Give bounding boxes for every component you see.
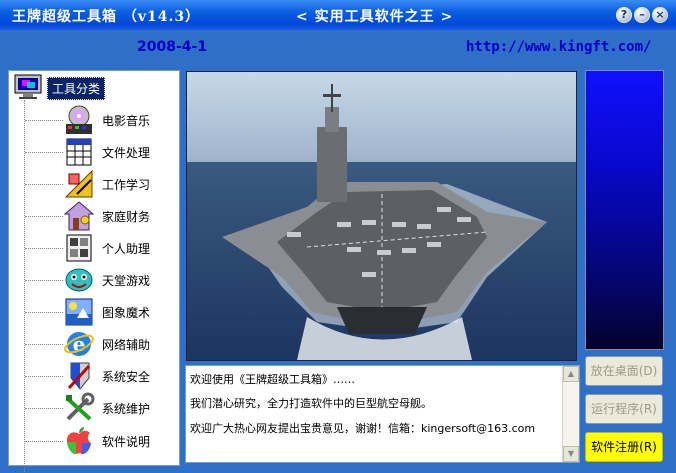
scroll-up-icon[interactable]: ▲ (563, 366, 579, 382)
games-icon (65, 268, 93, 292)
system-maintenance-icon (66, 392, 95, 421)
message-box: 欢迎使用《王牌超级工具箱》…… 我们潜心研究，全力打造软件中的巨型航空母舰。 欢… (185, 365, 580, 463)
category-tree: 工具分类 电影音乐 文件处理 工作学习 家庭财务 个人助理 天堂游戏 图象魔术 … (8, 70, 180, 472)
tree-item-games[interactable]: 天堂游戏 (25, 264, 175, 296)
tree-item-system-maintenance[interactable]: 系统维护 (25, 392, 175, 424)
place-on-desktop-button[interactable]: 放在桌面(D) (585, 356, 663, 386)
aircraft-carrier-image (186, 71, 577, 361)
tree-item-personal-assistant[interactable]: 个人助理 (25, 232, 175, 264)
window-subtitle: < 实用工具软件之王 > (296, 9, 454, 25)
tree-item-system-security[interactable]: 系统安全 (25, 360, 175, 392)
software-info-icon (66, 427, 91, 455)
run-program-button[interactable]: 运行程序(R) (585, 394, 663, 424)
website-link[interactable]: http://www.kingft.com/ (466, 39, 651, 55)
tree-item-label: 天堂游戏 (102, 274, 151, 288)
scroll-down-icon[interactable]: ▼ (563, 446, 579, 462)
tree-item-label: 电影音乐 (102, 114, 151, 128)
help-icon[interactable]: ? (616, 7, 632, 23)
message-line: 我们潜心研究，全力打造软件中的巨型航空母舰。 (190, 397, 432, 410)
tree-item-label: 个人助理 (102, 242, 151, 256)
message-scrollbar[interactable]: ▲ ▼ (562, 366, 579, 462)
date-label: 2008-4-1 (137, 39, 208, 55)
tree-item-image-magic[interactable]: 图象魔术 (25, 296, 175, 328)
side-banner (585, 70, 664, 350)
computer-icon (14, 74, 42, 99)
minimize-icon[interactable]: – (634, 7, 650, 23)
tree-item-label: 文件处理 (102, 146, 151, 160)
tree-item-label: 系统维护 (102, 402, 151, 416)
home-finance-icon (63, 201, 95, 231)
film-music-icon (66, 105, 92, 134)
tree-item-film-music[interactable]: 电影音乐 (25, 104, 175, 136)
work-study-icon (64, 169, 93, 198)
personal-assistant-icon (66, 234, 92, 262)
tree-item-label: 系统安全 (102, 370, 151, 384)
tree-item-home-finance[interactable]: 家庭财务 (25, 200, 175, 232)
message-line: 欢迎广大热心网友提出宝贵意见，谢谢！信箱：kingersoft@163.com (190, 422, 536, 435)
app-window: 王牌超级工具箱 （v14.3） < 实用工具软件之王 > ? – × 2008-4-… (0, 0, 676, 473)
image-magic-icon (65, 298, 93, 326)
carrier-photo-svg (187, 72, 576, 360)
tree-root-label[interactable]: 工具分类 (47, 77, 106, 100)
file-processing-icon (66, 138, 92, 166)
tree-item-label: 软件说明 (102, 435, 151, 449)
register-button[interactable]: 软件注册(R) (585, 432, 663, 462)
tree-item-work-study[interactable]: 工作学习 (25, 168, 175, 200)
window-title: 王牌超级工具箱 （v14.3） (12, 9, 201, 25)
tree-item-network[interactable]: e 网络辅助 (25, 328, 175, 360)
close-icon[interactable]: × (652, 7, 668, 23)
system-security-icon (67, 362, 91, 390)
client-area: 2008-4-1 http://www.kingft.com/ 工具分类 电影音… (3, 30, 673, 472)
tree-item-software-info[interactable]: 软件说明 (25, 425, 175, 457)
title-bar[interactable]: 王牌超级工具箱 （v14.3） < 实用工具软件之王 > ? – × (0, 0, 676, 30)
tree-item-label: 家庭财务 (102, 210, 151, 224)
tree-item-file-processing[interactable]: 文件处理 (25, 136, 175, 168)
window-controls: ? – × (614, 7, 668, 23)
message-line: 欢迎使用《王牌超级工具箱》…… (190, 373, 355, 386)
tree-item-label: 图象魔术 (102, 306, 151, 320)
tree-item-label: 工作学习 (102, 178, 151, 192)
tree-item-label: 网络辅助 (102, 338, 151, 352)
network-icon: e (64, 332, 94, 356)
